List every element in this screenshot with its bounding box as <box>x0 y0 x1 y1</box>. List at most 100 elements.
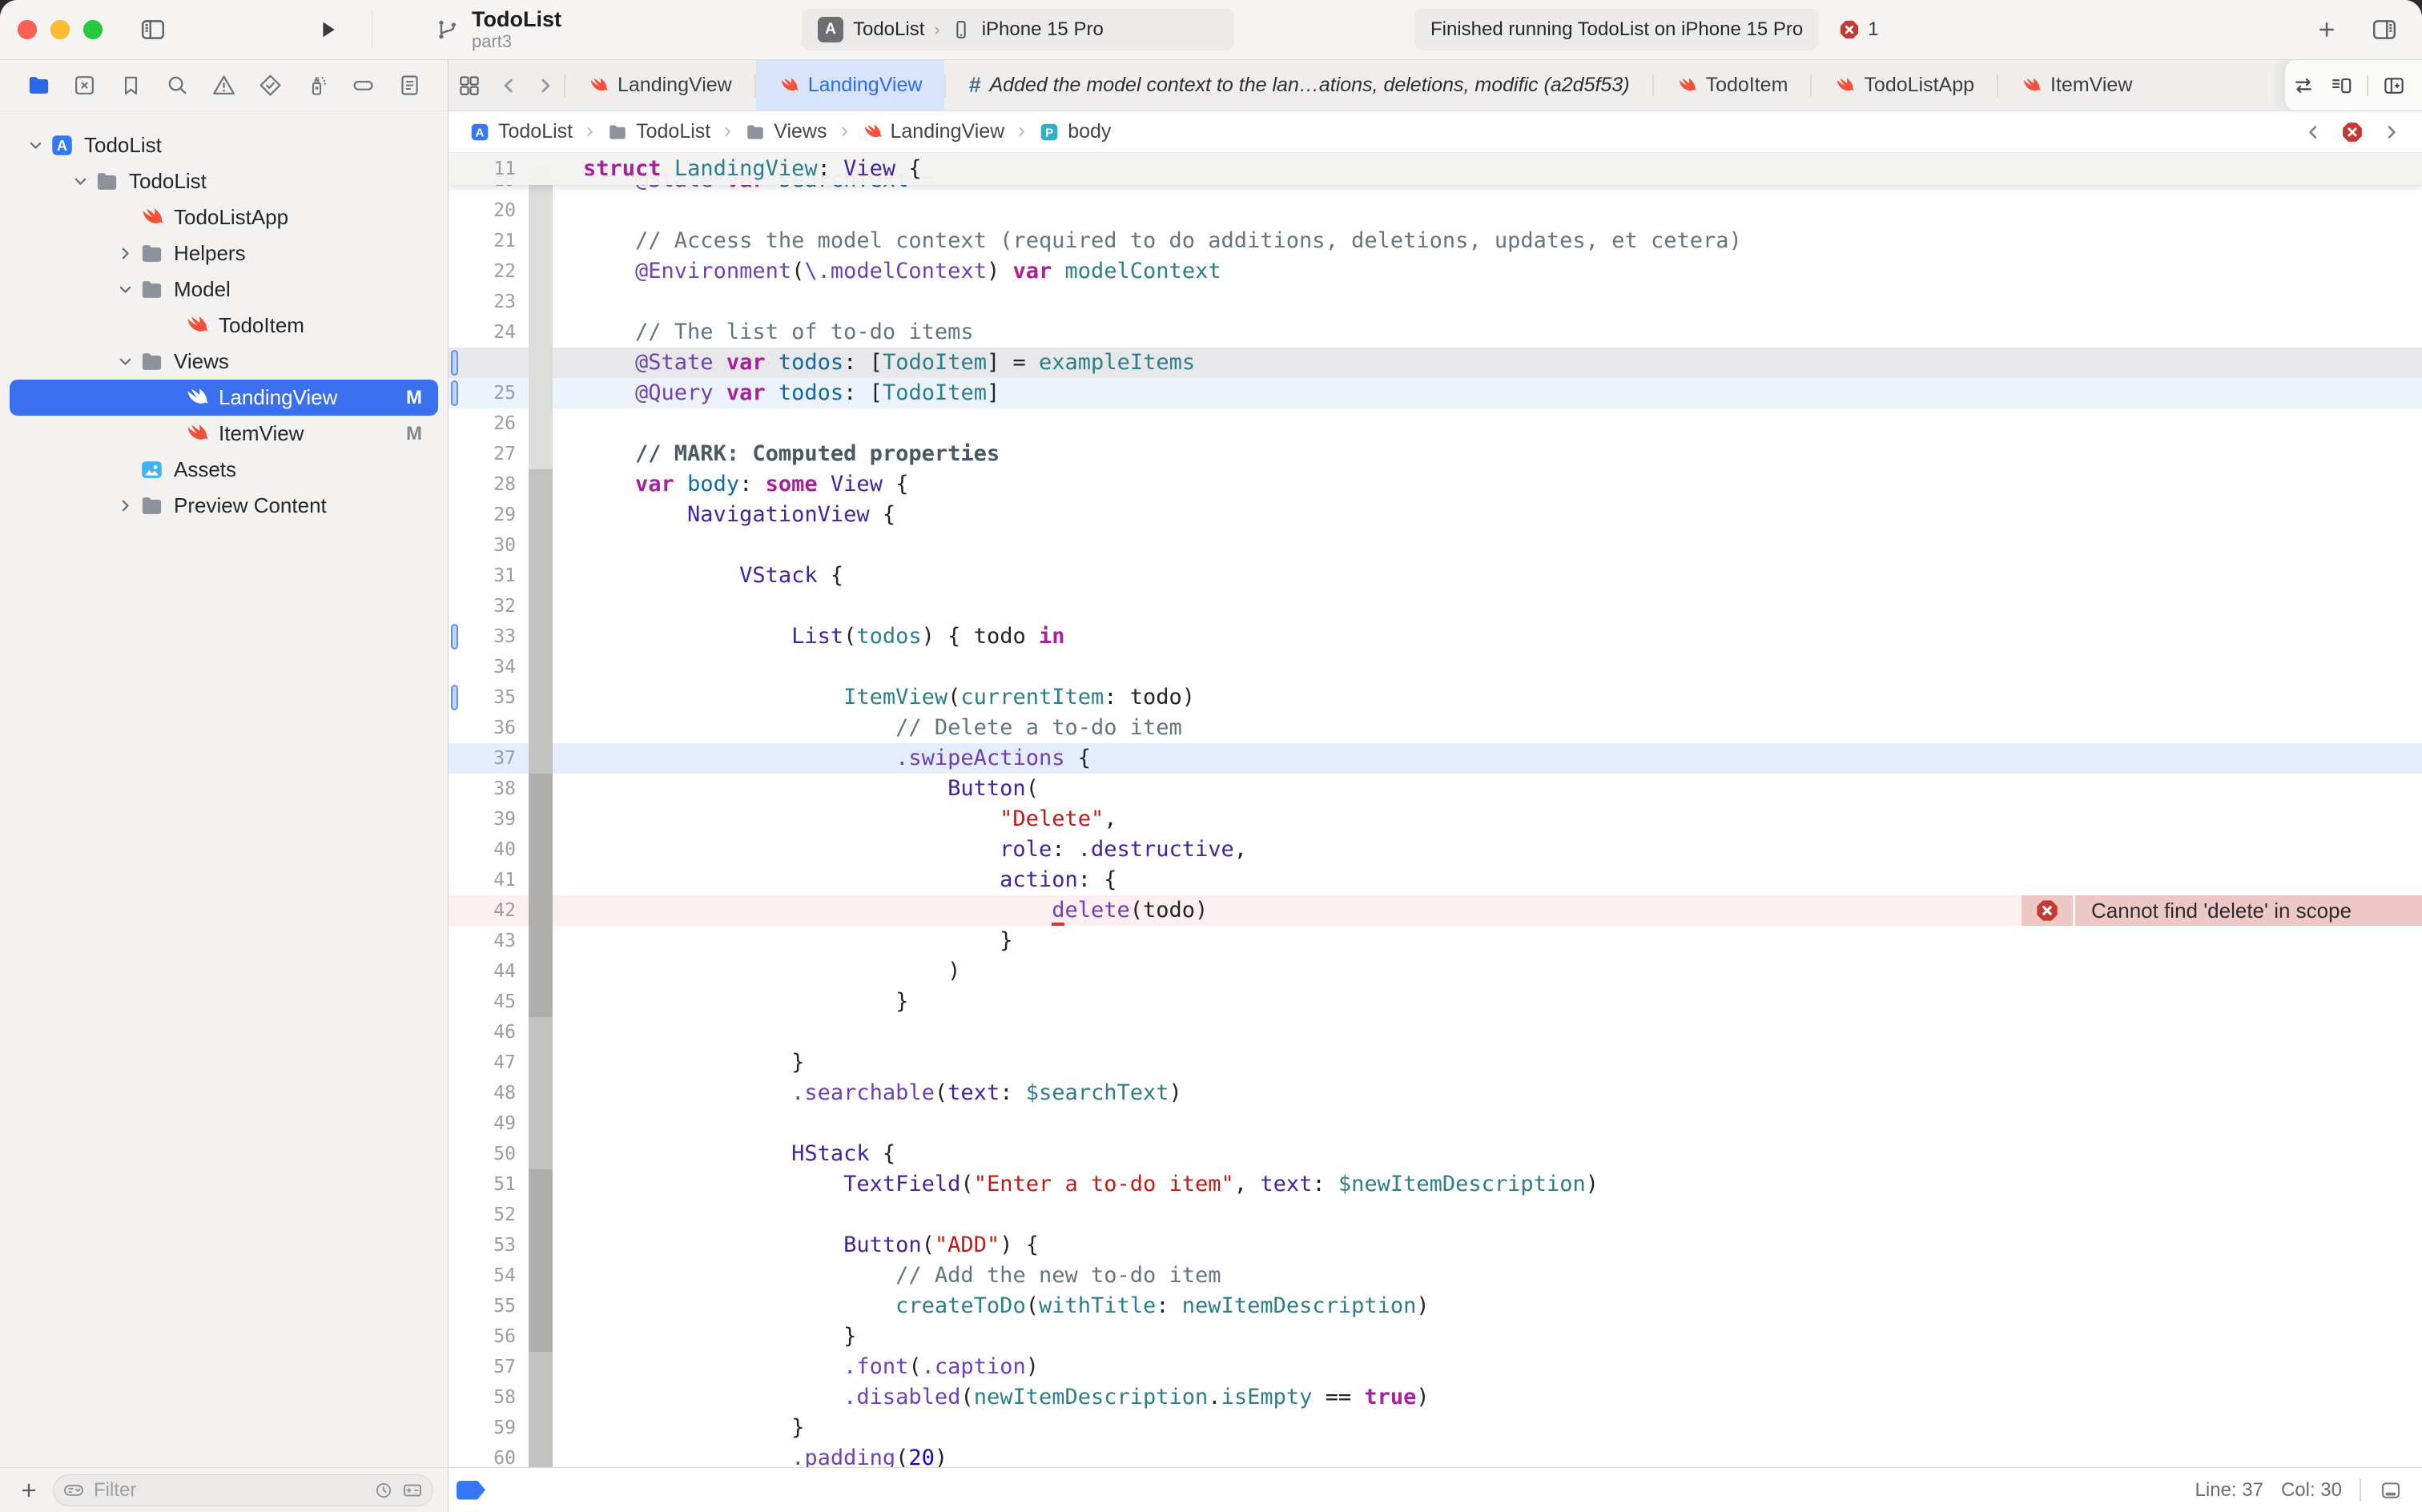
tab-todoitem[interactable]: TodoItem <box>1654 60 1811 111</box>
line-number[interactable]: 55 <box>449 1296 529 1317</box>
close-button[interactable] <box>18 20 37 39</box>
disclosure-open-icon[interactable] <box>66 173 95 190</box>
go-forward-button[interactable] <box>527 60 564 111</box>
code-line-49[interactable]: 49 <box>449 1108 2422 1139</box>
breadcrumb-item-body[interactable]: body <box>1039 120 1111 143</box>
line-number[interactable]: 60 <box>449 1448 529 1467</box>
tab-todolistapp[interactable]: TodoListApp <box>1812 60 1997 111</box>
code-line-57[interactable]: 57 .font(.caption) <box>449 1352 2422 1382</box>
code-line-deleted[interactable]: @State var todos: [TodoItem] = exampleIt… <box>449 348 2422 378</box>
disclosure-closed-icon[interactable] <box>111 497 139 514</box>
line-number[interactable]: 21 <box>449 231 529 251</box>
code-line-50[interactable]: 50 HStack { <box>449 1139 2422 1169</box>
error-count[interactable]: 1 <box>1838 18 1878 41</box>
line-number[interactable]: 25 <box>449 383 529 404</box>
line-number[interactable]: 35 <box>449 687 529 708</box>
line-number[interactable]: 20 <box>449 200 529 221</box>
line-number[interactable]: 23 <box>449 292 529 312</box>
line-number[interactable]: 49 <box>449 1113 529 1134</box>
line-number[interactable]: 30 <box>449 535 529 556</box>
line-number[interactable]: 32 <box>449 596 529 617</box>
sidebar-item-todoitem[interactable]: TodoItem <box>10 308 438 344</box>
sidebar-item-helpers[interactable]: Helpers <box>10 235 438 271</box>
sidebar-item-todolist[interactable]: TodoList <box>10 163 438 199</box>
sidebar-item-todolistapp[interactable]: TodoListApp <box>10 199 438 235</box>
code-line-38[interactable]: 38 Button( <box>449 774 2422 804</box>
sidebar-item-model[interactable]: Model <box>10 271 438 308</box>
breadcrumb-item-landingview[interactable]: LandingView <box>862 120 1005 143</box>
bookmarks-icon[interactable] <box>115 68 147 103</box>
line-number[interactable]: 46 <box>449 1022 529 1043</box>
line-number[interactable]: 27 <box>449 444 529 464</box>
tab-itemview[interactable]: ItemView <box>1998 60 2154 111</box>
previous-issue-button[interactable] <box>2303 123 2323 142</box>
breadcrumb-item-views[interactable]: Views <box>745 120 827 143</box>
tab-landingview[interactable]: LandingView <box>756 60 945 111</box>
tab-landingview[interactable]: LandingView <box>565 60 754 111</box>
code-line-29[interactable]: 29 NavigationView { <box>449 500 2422 530</box>
code-line-53[interactable]: 53 Button("ADD") { <box>449 1230 2422 1261</box>
next-issue-button[interactable] <box>2382 123 2401 142</box>
error-banner[interactable]: Cannot find 'delete' in scope <box>2022 895 2422 926</box>
code-line-47[interactable]: 47 } <box>449 1048 2422 1078</box>
code-line-21[interactable]: 21 // Access the model context (required… <box>449 226 2422 256</box>
issue-error-icon[interactable] <box>2340 120 2364 144</box>
code-line-32[interactable]: 32 <box>449 591 2422 621</box>
code-line-54[interactable]: 54 // Add the new to-do item <box>449 1261 2422 1291</box>
code-line-30[interactable]: 30 <box>449 530 2422 561</box>
line-number[interactable]: 26 <box>449 413 529 434</box>
code-line-59[interactable]: 59 } <box>449 1413 2422 1443</box>
project-navigator-icon[interactable] <box>22 68 54 103</box>
toggle-right-sidebar-button[interactable] <box>2371 16 2398 43</box>
line-number[interactable]: 58 <box>449 1387 529 1408</box>
line-number[interactable]: 39 <box>449 809 529 830</box>
line-number[interactable]: 56 <box>449 1326 529 1347</box>
editor-layout-button[interactable] <box>449 60 490 111</box>
code-line-51[interactable]: 51 TextField("Enter a to-do item", text:… <box>449 1169 2422 1200</box>
line-number[interactable]: 22 <box>449 261 529 282</box>
library-add-button[interactable] <box>2315 18 2339 42</box>
minimize-button[interactable] <box>50 20 70 39</box>
editor-options-icon[interactable] <box>2329 74 2353 98</box>
line-number[interactable]: 31 <box>449 565 529 586</box>
line-number[interactable]: 57 <box>449 1357 529 1377</box>
reports-icon[interactable] <box>393 68 425 103</box>
code-line-46[interactable]: 46 <box>449 1017 2422 1048</box>
filter-input[interactable] <box>92 1478 366 1502</box>
code-line-45[interactable]: 45 } <box>449 987 2422 1017</box>
code-line-60[interactable]: 60 .padding(20) <box>449 1443 2422 1467</box>
code-line-25[interactable]: 25 @Query var todos: [TodoItem] <box>449 378 2422 408</box>
line-number[interactable]: 54 <box>449 1265 529 1286</box>
line-number[interactable]: 36 <box>449 718 529 738</box>
add-editor-split-icon[interactable] <box>2382 74 2406 98</box>
code-line-37[interactable]: 37 .swipeActions { <box>449 743 2422 774</box>
line-number[interactable]: 42 <box>449 900 529 921</box>
code-line-42[interactable]: 42 delete(todo)Cannot find 'delete' in s… <box>449 895 2422 926</box>
line-number[interactable]: 34 <box>449 657 529 678</box>
disclosure-open-icon[interactable] <box>111 353 139 370</box>
line-number[interactable]: 28 <box>449 474 529 495</box>
tests-icon[interactable] <box>254 68 286 103</box>
code-line-41[interactable]: 41 action: { <box>449 865 2422 895</box>
code-line-35[interactable]: 35 ItemView(currentItem: todo) <box>449 682 2422 713</box>
code-line-33[interactable]: 33 List(todos) { todo in <box>449 621 2422 652</box>
code-line-27[interactable]: 27 // MARK: Computed properties <box>449 439 2422 469</box>
filter-field[interactable] <box>53 1474 433 1506</box>
related-items-swap-icon[interactable] <box>2291 74 2315 98</box>
code-line-48[interactable]: 48 .searchable(text: $searchText) <box>449 1078 2422 1108</box>
find-icon[interactable] <box>162 68 194 103</box>
code-line-20[interactable]: 20 <box>449 195 2422 226</box>
sidebar-item-todolist[interactable]: TodoList <box>10 127 438 163</box>
breakpoint-indicator[interactable] <box>457 1481 485 1500</box>
code-line-56[interactable]: 56 } <box>449 1321 2422 1352</box>
breadcrumb-item-todolist[interactable]: TodoList <box>607 120 710 143</box>
code-line-43[interactable]: 43 } <box>449 926 2422 956</box>
line-number[interactable]: 44 <box>449 961 529 982</box>
line-number[interactable]: 24 <box>449 322 529 343</box>
scheme-sel ector[interactable]: A TodoList › iPhone 15 Pro <box>802 9 1234 50</box>
code-line-36[interactable]: 36 // Delete a to-do item <box>449 713 2422 743</box>
line-number[interactable]: 47 <box>449 1052 529 1073</box>
code-line-23[interactable]: 23 <box>449 287 2422 317</box>
run-button[interactable] <box>316 18 340 42</box>
code-line-28[interactable]: 28 var body: some View { <box>449 469 2422 500</box>
